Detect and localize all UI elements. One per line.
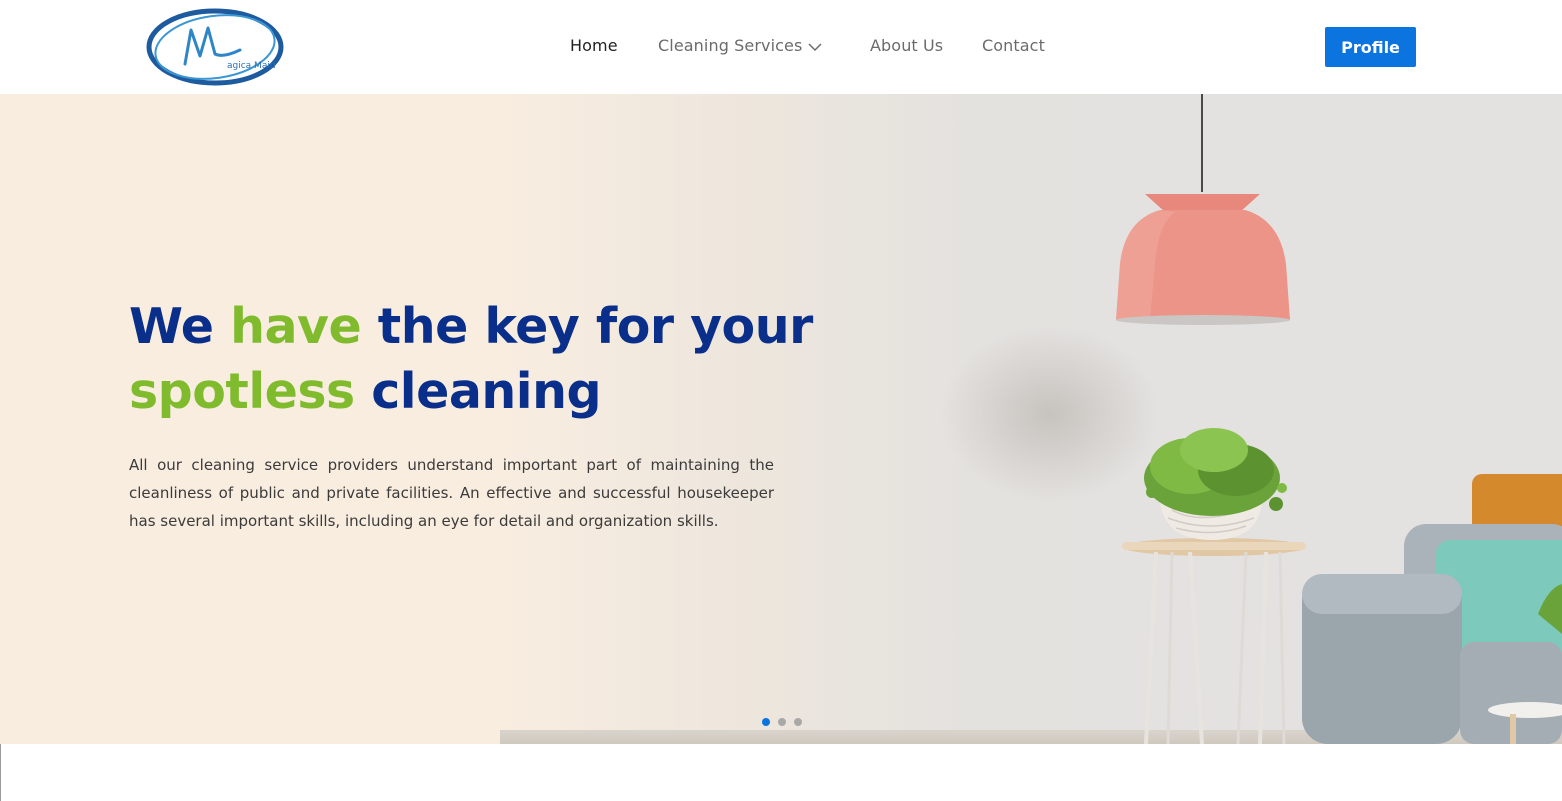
nav-home[interactable]: Home xyxy=(570,36,618,55)
headline-line-1: We have the key for your xyxy=(129,294,813,359)
headline-key-for-your: the key for your xyxy=(377,298,813,355)
logo[interactable]: agica Maid xyxy=(145,6,285,88)
plant-table-illustration xyxy=(1122,428,1306,744)
headline-we: We xyxy=(129,298,214,355)
chevron-down-icon xyxy=(808,42,822,51)
headline-have: have xyxy=(230,298,362,355)
hero-slider: We have the key for your spotless cleani… xyxy=(0,94,1562,744)
headline-cleaning: cleaning xyxy=(371,363,602,420)
nav-contact[interactable]: Contact xyxy=(982,36,1045,55)
carousel-indicators xyxy=(762,718,802,726)
carousel-dot-3[interactable] xyxy=(794,718,802,726)
carousel-dot-1[interactable] xyxy=(762,718,770,726)
logo-mark: agica Maid xyxy=(146,8,284,86)
headline-spotless: spotless xyxy=(129,363,355,420)
sofa-illustration xyxy=(1302,474,1562,744)
pendant-lamp-illustration xyxy=(1116,94,1290,325)
nav-about-us[interactable]: About Us xyxy=(870,36,943,55)
hero-headline: We have the key for your spotless cleani… xyxy=(129,294,813,424)
hero-description: All our cleaning service providers under… xyxy=(129,456,774,530)
nav-cleaning-services-label: Cleaning Services xyxy=(658,36,803,55)
site-header: agica Maid Home Cleaning Services About … xyxy=(0,0,1562,94)
profile-button[interactable]: Profile xyxy=(1325,27,1416,67)
nav-cleaning-services[interactable]: Cleaning Services xyxy=(658,36,822,55)
logo-text: agica Maid xyxy=(227,61,276,71)
headline-line-2: spotless cleaning xyxy=(129,359,809,424)
carousel-dot-2[interactable] xyxy=(778,718,786,726)
